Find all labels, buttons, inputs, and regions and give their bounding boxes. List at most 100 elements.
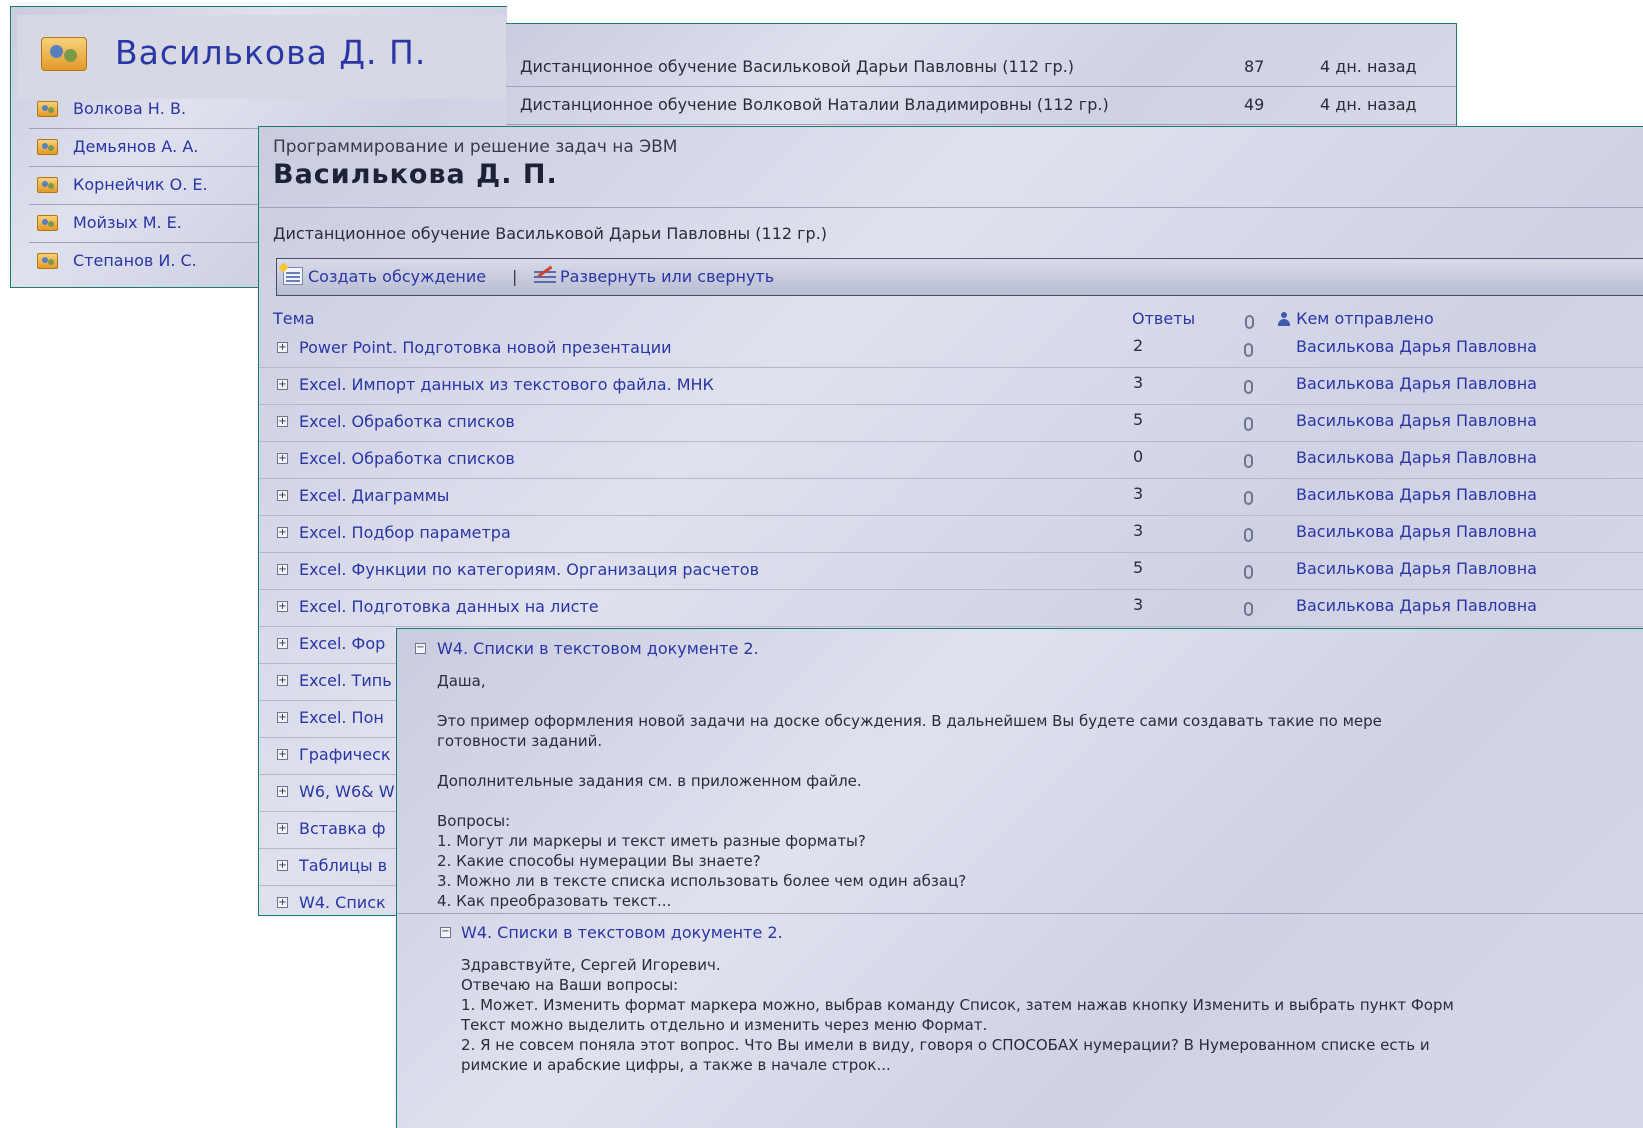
column-header-topic[interactable]: Тема xyxy=(273,309,315,328)
column-header-attachment[interactable] xyxy=(1245,311,1254,330)
topic-link[interactable]: W6, W6& W xyxy=(299,782,395,801)
topic-link[interactable]: Excel. Пон xyxy=(299,708,384,727)
course-row[interactable]: Дистанционное обучение Волковой Наталии … xyxy=(506,87,1456,125)
expand-icon[interactable]: + xyxy=(277,342,288,353)
table-row[interactable]: + Excel. Подбор параметра 3 Василькова Д… xyxy=(259,516,1643,553)
topic-link[interactable]: Excel. Подготовка данных на листе xyxy=(299,597,599,616)
attachment-indicator xyxy=(1244,340,1253,358)
sender-link[interactable]: Василькова Дарья Павловна xyxy=(1296,374,1537,393)
table-row[interactable]: + Вставка ф xyxy=(259,812,399,849)
table-row[interactable]: + Excel. Подготовка данных на листе 3 Ва… xyxy=(259,590,1643,627)
paperclip-icon xyxy=(1244,453,1253,468)
paperclip-icon xyxy=(1244,379,1253,394)
contact-name[interactable]: Мойзых М. Е. xyxy=(73,213,182,232)
column-header-sender-label: Кем отправлено xyxy=(1296,309,1434,328)
table-row[interactable]: + Excel. Обработка списков 5 Василькова … xyxy=(259,405,1643,442)
contact-item[interactable]: Демьянов А. А. xyxy=(29,129,269,167)
topic-link[interactable]: Таблицы в xyxy=(299,856,387,875)
expand-icon[interactable]: + xyxy=(277,416,288,427)
contact-name[interactable]: Волкова Н. В. xyxy=(73,99,186,118)
course-date: 4 дн. назад xyxy=(1320,95,1417,114)
expand-icon[interactable]: + xyxy=(277,897,288,908)
topic-link[interactable]: Excel. Функции по категориям. Организаци… xyxy=(299,560,759,579)
table-row[interactable]: + Excel. Импорт данных из текстового фай… xyxy=(259,368,1643,405)
course-title[interactable]: Дистанционное обучение Васильковой Дарьи… xyxy=(520,57,1074,76)
table-row[interactable]: + Excel. Диаграммы 3 Василькова Дарья Па… xyxy=(259,479,1643,516)
expand-icon[interactable]: + xyxy=(277,601,288,612)
user-group-icon xyxy=(37,101,58,117)
table-row[interactable]: + Power Point. Подготовка новой презента… xyxy=(259,331,1643,368)
contacts-title[interactable]: Василькова Д. П. xyxy=(115,33,426,72)
table-row[interactable]: + W6, W6& W xyxy=(259,775,399,812)
expand-icon[interactable]: + xyxy=(277,823,288,834)
expand-icon[interactable]: + xyxy=(277,453,288,464)
expand-icon[interactable]: + xyxy=(277,749,288,760)
sender-link[interactable]: Василькова Дарья Павловна xyxy=(1296,485,1537,504)
topic-link[interactable]: Excel. Подбор параметра xyxy=(299,523,511,542)
expand-icon[interactable]: + xyxy=(277,379,288,390)
contact-item[interactable]: Корнейчик О. Е. xyxy=(29,167,269,205)
topic-link[interactable]: Excel. Обработка списков xyxy=(299,412,515,431)
sender-link[interactable]: Василькова Дарья Павловна xyxy=(1296,337,1537,356)
post-title[interactable]: W4. Списки в текстовом документе 2. xyxy=(437,639,759,658)
contact-name[interactable]: Корнейчик О. Е. xyxy=(73,175,208,194)
sender-link[interactable]: Василькова Дарья Павловна xyxy=(1296,411,1537,430)
expand-icon[interactable]: + xyxy=(277,490,288,501)
course-row[interactable]: Дистанционное обучение Васильковой Дарьи… xyxy=(506,49,1456,87)
expand-icon[interactable]: + xyxy=(277,860,288,871)
topic-link[interactable]: W4. Списк xyxy=(299,893,386,912)
collapse-icon[interactable]: − xyxy=(440,927,451,938)
reply-title[interactable]: W4. Списки в текстовом документе 2. xyxy=(461,923,783,942)
contact-item[interactable]: Мойзых М. Е. xyxy=(29,205,269,243)
reply-count: 5 xyxy=(1133,558,1144,577)
topic-link[interactable]: Excel. Типь xyxy=(299,671,392,690)
topic-link[interactable]: Power Point. Подготовка новой презентаци… xyxy=(299,338,672,357)
expand-icon[interactable]: + xyxy=(277,712,288,723)
course-count: 49 xyxy=(1244,95,1265,114)
expand-icon[interactable]: + xyxy=(277,786,288,797)
discussion-subtitle: Программирование и решение задач на ЭВМ xyxy=(273,137,678,157)
contact-name[interactable]: Демьянов А. А. xyxy=(73,137,198,156)
sender-link[interactable]: Василькова Дарья Павловна xyxy=(1296,522,1537,541)
topic-link[interactable]: Вставка ф xyxy=(299,819,386,838)
expand-collapse-icon[interactable] xyxy=(534,267,556,285)
topic-link[interactable]: Excel. Импорт данных из текстового файла… xyxy=(299,375,714,394)
new-discussion-button[interactable]: Создать обсуждение xyxy=(308,267,486,286)
topic-link[interactable]: Excel. Диаграммы xyxy=(299,486,449,505)
discussion-toolbar: Создать обсуждение | Развернуть или свер… xyxy=(276,258,1643,296)
table-row[interactable]: + Графическ xyxy=(259,738,399,775)
topic-link[interactable]: Excel. Фор xyxy=(299,634,385,653)
table-row[interactable]: + Excel. Фор xyxy=(259,627,399,664)
expand-collapse-button[interactable]: Развернуть или свернуть xyxy=(560,267,774,286)
reply-count: 3 xyxy=(1133,484,1144,503)
attachment-indicator xyxy=(1244,562,1253,580)
column-header-replies[interactable]: Ответы xyxy=(1132,309,1195,328)
expand-icon[interactable]: + xyxy=(277,675,288,686)
table-row[interactable]: + Excel. Обработка списков 0 Василькова … xyxy=(259,442,1643,479)
table-row[interactable]: + Excel. Функции по категориям. Организа… xyxy=(259,553,1643,590)
sender-link[interactable]: Василькова Дарья Павловна xyxy=(1296,596,1537,615)
expand-icon[interactable]: + xyxy=(277,527,288,538)
course-title[interactable]: Дистанционное обучение Волковой Наталии … xyxy=(520,95,1109,114)
reply-count: 3 xyxy=(1133,373,1144,392)
topic-link[interactable]: Графическ xyxy=(299,745,391,764)
expand-icon[interactable]: + xyxy=(277,564,288,575)
contact-name[interactable]: Степанов И. С. xyxy=(73,251,197,270)
reply-count: 5 xyxy=(1133,410,1144,429)
sender-link[interactable]: Василькова Дарья Павловна xyxy=(1296,559,1537,578)
expand-icon[interactable]: + xyxy=(277,638,288,649)
new-discussion-icon[interactable] xyxy=(283,267,303,285)
contact-item[interactable]: Волкова Н. В. xyxy=(29,91,269,129)
contact-item[interactable]: Степанов И. С. xyxy=(29,243,269,280)
course-date: 4 дн. назад xyxy=(1320,57,1417,76)
table-row[interactable]: + Таблицы в xyxy=(259,849,399,886)
table-row[interactable]: + Excel. Пон xyxy=(259,701,399,738)
column-header-sender[interactable]: Кем отправлено xyxy=(1277,309,1434,328)
user-group-icon xyxy=(41,37,87,71)
attachment-indicator xyxy=(1244,451,1253,469)
table-row[interactable]: + Excel. Типь xyxy=(259,664,399,701)
sender-link[interactable]: Василькова Дарья Павловна xyxy=(1296,448,1537,467)
table-row[interactable]: + W4. Списк xyxy=(259,886,399,922)
topic-link[interactable]: Excel. Обработка списков xyxy=(299,449,515,468)
collapse-icon[interactable]: − xyxy=(415,643,426,654)
